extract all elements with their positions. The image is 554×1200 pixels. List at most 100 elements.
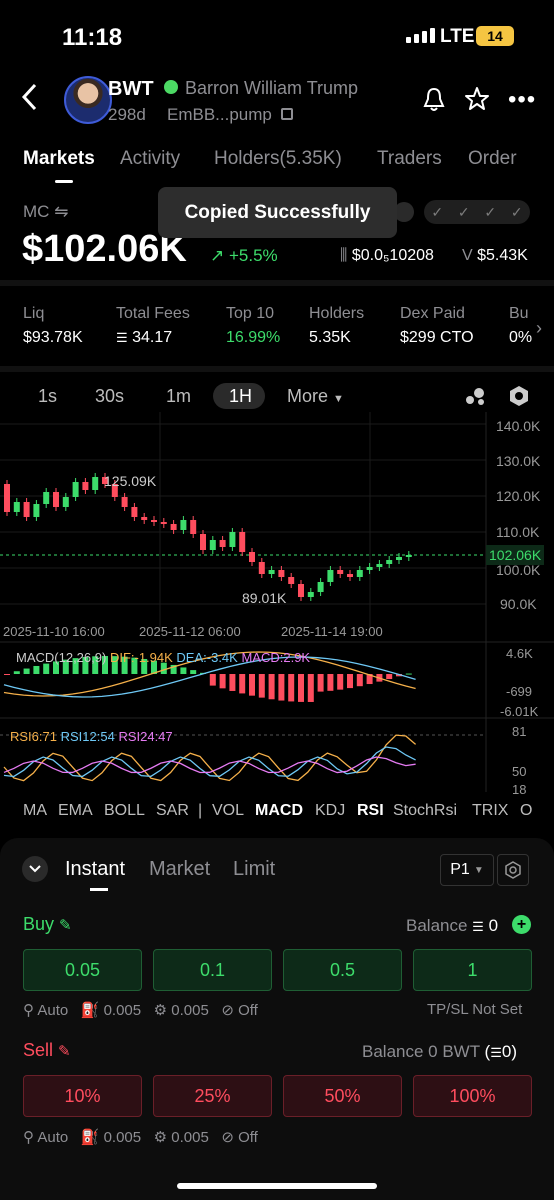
indicator-ma[interactable]: MA: [23, 802, 47, 820]
interval-30s[interactable]: 30s: [95, 386, 124, 407]
network-label: LTE: [440, 26, 475, 47]
sell-balance-alt[interactable]: (☰0): [485, 1042, 517, 1061]
preset-settings-button[interactable]: [497, 854, 529, 886]
buy-amount-0.1[interactable]: 0.1: [153, 949, 272, 991]
macd-dif: DIF:-1.94K: [109, 650, 173, 665]
rsi-axis: 18: [512, 782, 527, 797]
macd-title: MACD(12,26,9): [16, 650, 107, 665]
check-icon: ✓: [510, 203, 523, 220]
buy-balance: Balance ☰ 0: [406, 916, 498, 936]
priority-icon: ⛽: [80, 1002, 100, 1019]
setting-slippage: Auto: [37, 1129, 69, 1146]
volume-prefix: V: [462, 247, 473, 264]
label-low: 89.01K: [242, 590, 287, 606]
mev-off-icon: ⊘: [221, 1129, 234, 1146]
indicator-trix[interactable]: TRIX: [472, 802, 508, 820]
tab-order[interactable]: Order: [468, 148, 517, 170]
balance-value: 0: [488, 916, 499, 935]
stat-label: Total Fees: [116, 305, 190, 322]
order-tab-instant[interactable]: Instant: [65, 858, 125, 881]
more-button[interactable]: •••: [508, 86, 536, 114]
tab-activity[interactable]: Activity: [120, 148, 180, 170]
indicator-boll[interactable]: BOLL: [104, 802, 145, 820]
toast-copied: Copied Successfully: [158, 187, 397, 238]
collapse-button[interactable]: [22, 856, 48, 882]
stat-label: Bu: [509, 305, 529, 322]
stat-value: $299 CTO: [400, 329, 474, 346]
buy-amount-1[interactable]: 1: [413, 949, 532, 991]
buy-settings[interactable]: ⚲ Auto ⛽ 0.005 ⚙ 0.005 ⊘ Off: [23, 1001, 258, 1019]
stat-liq: Liq $93.78K: [23, 305, 83, 347]
indicator-divider: |: [198, 802, 203, 819]
indicator-stochrsi[interactable]: StochRsi: [393, 802, 457, 820]
preset-select[interactable]: P1 ▼: [440, 854, 494, 886]
interval-1s[interactable]: 1s: [38, 386, 57, 407]
sell-settings[interactable]: ⚲ Auto ⛽ 0.005 ⚙ 0.005 ⊘ Off: [23, 1128, 258, 1146]
stat-value: 16.99%: [226, 329, 281, 346]
indicator-sar[interactable]: SAR: [156, 802, 189, 820]
check-icon: ✓: [431, 203, 444, 220]
trade-panel: Instant Market Limit P1 ▼ Buy ✎ Balance ☰…: [0, 838, 554, 1200]
sell-balance-alt-value: 0: [501, 1042, 512, 1061]
tab-markets[interactable]: Markets: [23, 148, 95, 170]
indicator-ema[interactable]: EMA: [58, 802, 93, 820]
candles: [4, 473, 412, 601]
edit-icon[interactable]: ✎: [58, 1043, 71, 1060]
edit-icon[interactable]: ✎: [59, 917, 72, 934]
rsi-legend: RSI6:71 RSI12:54 RSI24:47: [10, 729, 173, 744]
address-text: EmBB...pump: [167, 105, 272, 124]
token-address[interactable]: EmBB...pump: [167, 105, 293, 125]
indicator-kdj[interactable]: KDJ: [315, 802, 345, 820]
scatter-icon[interactable]: [464, 386, 486, 411]
macd-axis: -6.01K: [500, 704, 539, 719]
macd-axis: 4.6K: [506, 646, 533, 661]
sell-balance-text: Balance 0 BWT: [362, 1042, 480, 1061]
indicator-more[interactable]: O: [520, 802, 532, 820]
settings-hex-button[interactable]: [508, 385, 530, 412]
order-tab-limit[interactable]: Limit: [233, 858, 275, 881]
price-axis-110: 110.0K: [496, 524, 540, 540]
tpsl-status[interactable]: TP/SL Not Set: [427, 1001, 522, 1018]
token-name: Barron William Trump: [185, 78, 359, 98]
hexagon-settings-icon: [505, 861, 521, 879]
bell-button[interactable]: [422, 86, 446, 117]
macd-value: MACD:2.9K: [241, 650, 311, 665]
stat-dex: Dex Paid $299 CTO: [400, 305, 474, 347]
caret-down-icon: ▼: [333, 393, 344, 405]
audit-checks[interactable]: ✓ ✓ ✓ ✓: [424, 200, 530, 224]
mc-change: ↗ +5.5%: [210, 246, 278, 266]
swap-icon: ⇋: [54, 202, 69, 221]
order-tab-market[interactable]: Market: [149, 858, 210, 881]
price: ⫼ $0.0₅10208: [340, 247, 434, 265]
audit-icon: [394, 202, 414, 222]
priority-icon: ⛽: [80, 1129, 100, 1146]
home-indicator: [177, 1183, 377, 1189]
chevron-left-icon: [21, 83, 37, 111]
stat-holders: Holders 5.35K: [309, 305, 364, 347]
sell-amount-100[interactable]: 100%: [413, 1075, 532, 1117]
buy-amount-0.5[interactable]: 0.5: [283, 949, 402, 991]
interval-more[interactable]: More ▼: [287, 386, 344, 407]
mc-label[interactable]: MC ⇋: [23, 202, 68, 222]
chevron-right-icon[interactable]: ›: [536, 318, 542, 339]
sell-amount-50[interactable]: 50%: [283, 1075, 402, 1117]
back-button[interactable]: [20, 82, 40, 120]
indicator-rsi[interactable]: RSI: [357, 802, 384, 820]
indicator-vol[interactable]: VOL: [212, 802, 244, 820]
tab-holders[interactable]: Holders(5.35K): [214, 148, 342, 170]
price-value: $0.0₅10208: [351, 247, 434, 264]
slippage-icon: ⚲: [23, 1129, 34, 1146]
sell-amount-10[interactable]: 10%: [23, 1075, 142, 1117]
tab-traders[interactable]: Traders: [377, 148, 442, 170]
price-axis-90: 90.0K: [500, 596, 537, 612]
add-funds-button[interactable]: +: [512, 915, 531, 934]
interval-1m[interactable]: 1m: [166, 386, 191, 407]
date-label: 2025-11-14 19:00: [281, 624, 383, 639]
indicator-macd[interactable]: MACD: [255, 802, 303, 820]
more-dots-icon: •••: [508, 86, 537, 113]
rsi24: RSI24:47: [118, 729, 173, 744]
buy-amount-0.05[interactable]: 0.05: [23, 949, 142, 991]
star-button[interactable]: [464, 86, 490, 117]
order-tab-indicator: [90, 888, 108, 891]
sell-amount-25[interactable]: 25%: [153, 1075, 272, 1117]
